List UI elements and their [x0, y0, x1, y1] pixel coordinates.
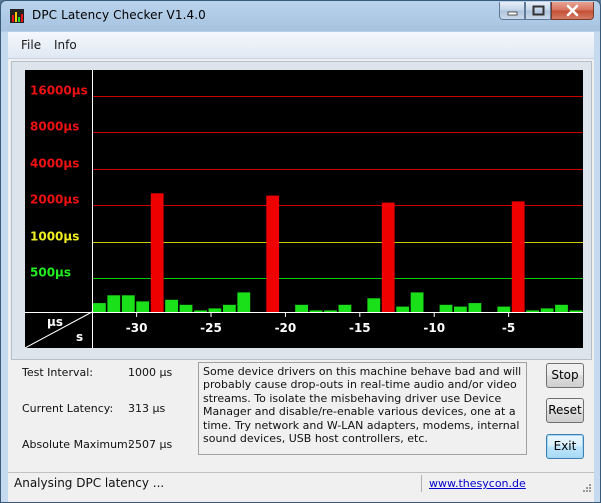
info-panel: Test Interval: 1000 µs Current Latency: …: [8, 360, 594, 472]
website-link[interactable]: www.thesycon.de: [429, 477, 526, 490]
minimize-icon: [507, 11, 518, 16]
absolute-maximum-value: 2507 µs: [128, 438, 173, 451]
current-latency-label: Current Latency:: [22, 402, 114, 415]
status-bar: Analysing DPC latency ... www.thesycon.d…: [8, 472, 594, 495]
latency-bar: [497, 306, 511, 312]
latency-bar: [223, 304, 236, 312]
latency-bar: [208, 308, 222, 312]
latency-bar: [569, 310, 583, 312]
x-tick-label: -30: [126, 321, 148, 335]
absolute-maximum-label: Absolute Maximum:: [22, 438, 132, 451]
current-latency-value: 313 µs: [128, 402, 166, 415]
caption-buttons: [499, 2, 594, 21]
window-title: DPC Latency Checker V1.4.0: [32, 8, 206, 22]
latency-bar: [511, 201, 525, 312]
title-bar[interactable]: DPC Latency Checker V1.4.0: [1, 1, 600, 31]
x-tick-label: -5: [502, 321, 515, 335]
y-tick-label: 8000µs: [30, 120, 79, 134]
stop-button[interactable]: Stop: [546, 363, 584, 388]
y-tick-label: 4000µs: [30, 157, 79, 171]
y-tick-label: 1000µs: [30, 230, 79, 244]
x-tick-label: -25: [200, 321, 222, 335]
test-interval-value: 1000 µs: [128, 366, 173, 379]
latency-bar: [396, 306, 410, 312]
y-tick-label: 2000µs: [30, 193, 79, 207]
latency-bar: [179, 304, 193, 312]
test-interval-label: Test Interval:: [22, 366, 93, 379]
x-tick-label: -15: [349, 321, 371, 335]
latency-bar: [338, 304, 352, 312]
latency-bar: [136, 301, 150, 312]
latency-bar: [324, 310, 337, 312]
latency-bar: [165, 299, 178, 312]
latency-bar: [93, 303, 106, 312]
menu-file[interactable]: File: [21, 38, 41, 52]
latency-bar: [540, 308, 554, 312]
latency-bar: [468, 303, 482, 312]
corner-label-s: s: [76, 330, 83, 344]
latency-chart-svg: 16000µs 8000µs 4000µs 2000µs 1000µs 500µs µss -…: [25, 70, 583, 348]
maximize-icon: [532, 5, 545, 16]
menu-info[interactable]: Info: [54, 38, 77, 52]
close-icon: [566, 4, 579, 17]
latency-bar: [410, 292, 424, 312]
y-tick-label: 16000µs: [30, 84, 88, 98]
latency-bar: [194, 310, 207, 312]
latency-bar: [555, 304, 568, 312]
client-area: File Info 16000µs 8000µs 4000µs 2000µs 1000µ…: [8, 32, 594, 502]
exit-button[interactable]: Exit: [546, 434, 584, 459]
latency-bar: [454, 306, 467, 312]
latency-bar: [526, 310, 539, 312]
latency-bar: [107, 295, 121, 312]
latency-bar: [295, 304, 308, 312]
status-text: Analysing DPC latency ...: [14, 476, 165, 490]
x-tick-label: -10: [423, 321, 445, 335]
reset-button[interactable]: Reset: [546, 398, 584, 423]
latency-bar: [367, 298, 381, 312]
status-divider: [421, 475, 422, 492]
latency-bar: [150, 193, 164, 312]
driver-info-text: Some device drivers on this machine beha…: [198, 362, 527, 455]
y-tick-label: 500µs: [30, 266, 71, 280]
close-button[interactable]: [551, 2, 594, 20]
x-tick-label: -20: [275, 321, 297, 335]
latency-bar: [381, 202, 395, 312]
menu-bar: File Info: [8, 32, 594, 59]
latency-bar: [121, 295, 135, 312]
latency-chart: 16000µs 8000µs 4000µs 2000µs 1000µs 500µs µs s -…: [25, 70, 583, 348]
chart-frame: 16000µs 8000µs 4000µs 2000µs 1000µs 500µs µs s -…: [11, 61, 592, 360]
latency-bar: [266, 195, 280, 312]
latency-bar: [309, 310, 323, 312]
minimize-button[interactable]: [499, 2, 525, 20]
latency-bar: [439, 304, 453, 312]
latency-bar: [237, 292, 251, 312]
maximize-button[interactable]: [525, 2, 551, 20]
app-icon: [10, 9, 24, 23]
app-window: DPC Latency Checker V1.4.0 File Info 160…: [0, 0, 601, 503]
resize-grip-icon[interactable]: [582, 483, 592, 493]
corner-label-us: µs: [47, 315, 63, 329]
